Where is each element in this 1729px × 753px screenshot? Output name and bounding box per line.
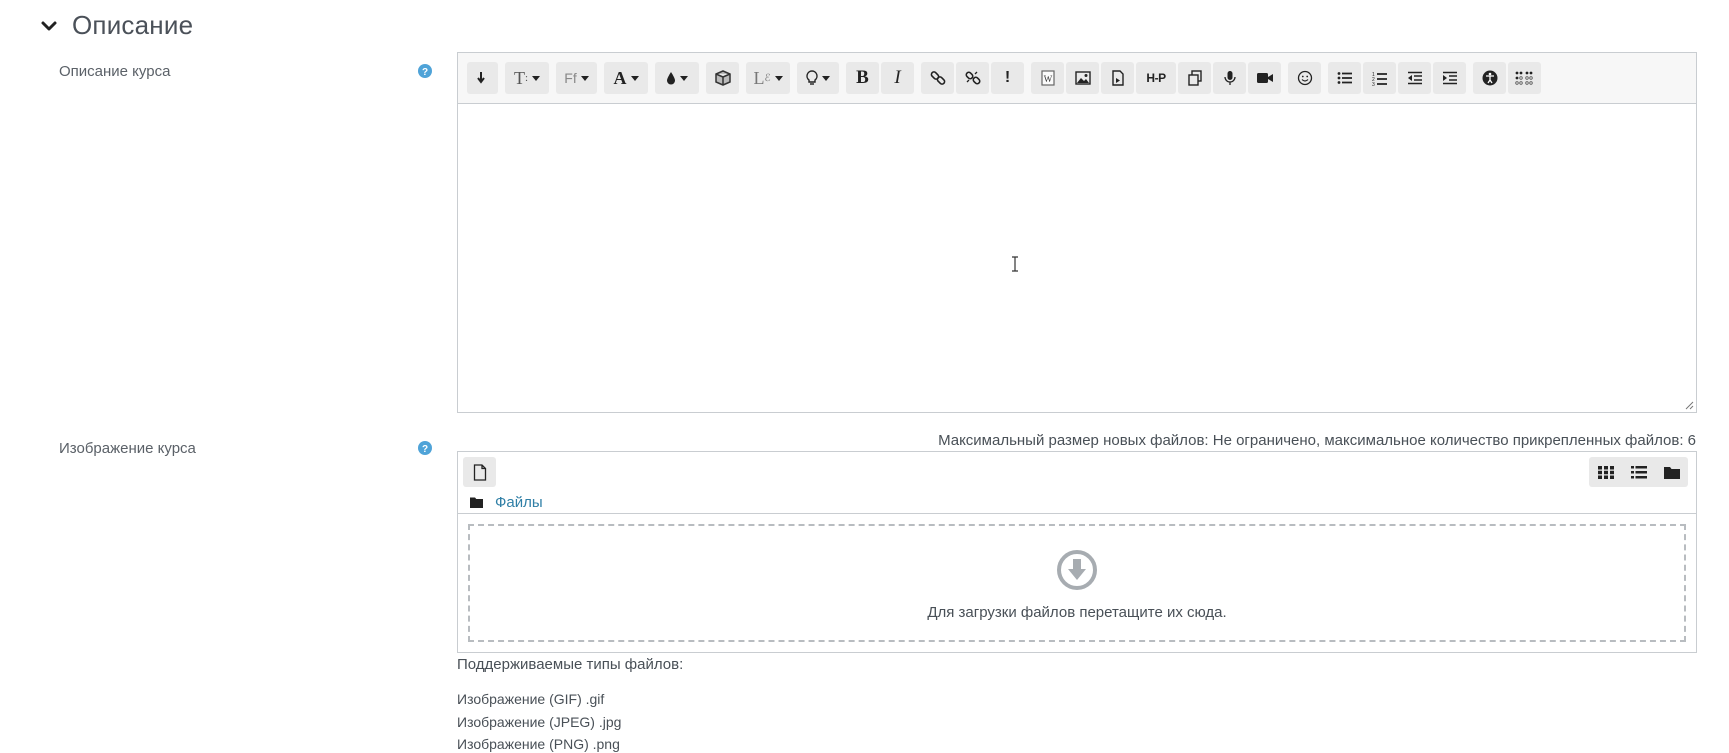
- text-cursor-icon: [1012, 256, 1018, 272]
- svg-text:3: 3: [1372, 82, 1375, 86]
- files-folder-link[interactable]: Файлы: [495, 494, 543, 511]
- editor-toolbar: T: Ff A Lℰ B I ! W H-P 1 2 3: [458, 53, 1696, 104]
- cube-icon[interactable]: [706, 62, 739, 94]
- supported-types-list: Изображение (GIF) .gif Изображение (JPEG…: [457, 688, 621, 753]
- equation-icon[interactable]: Lℰ: [746, 62, 790, 94]
- rich-text-editor[interactable]: T: Ff A Lℰ B I ! W H-P 1 2 3: [457, 52, 1697, 413]
- list-item: Изображение (JPEG) .jpg: [457, 713, 622, 730]
- section-header[interactable]: Описание: [40, 10, 193, 41]
- bold-button[interactable]: B: [846, 62, 879, 94]
- bullet-list-icon[interactable]: [1328, 62, 1361, 94]
- help-icon[interactable]: ?: [418, 64, 432, 78]
- list-item: Изображение (PNG) .png: [457, 736, 620, 752]
- unlink-icon[interactable]: [956, 62, 989, 94]
- font-color-label: A: [613, 67, 627, 88]
- media-icon[interactable]: [1101, 62, 1134, 94]
- editor-content-area[interactable]: [458, 104, 1696, 412]
- add-file-button[interactable]: [463, 457, 496, 487]
- section-title: Описание: [72, 10, 194, 40]
- outdent-icon[interactable]: [1398, 62, 1431, 94]
- background-color-icon[interactable]: [655, 62, 699, 94]
- numbered-list-icon[interactable]: 123: [1363, 62, 1396, 94]
- accessibility-icon[interactable]: [1473, 62, 1506, 94]
- course-description-label: Описание курса: [59, 63, 171, 80]
- lightbulb-icon[interactable]: [797, 62, 839, 94]
- indent-icon[interactable]: [1433, 62, 1466, 94]
- italic-button[interactable]: I: [881, 62, 914, 94]
- view-switcher: [1589, 457, 1688, 487]
- resize-handle-icon[interactable]: [1684, 400, 1694, 410]
- text-style-icon[interactable]: T:: [505, 62, 549, 94]
- dropzone-text: Для загрузки файлов перетащите их сюда.: [927, 604, 1227, 621]
- list-item: Изображение (GIF) .gif: [457, 691, 605, 707]
- supported-types-title: Поддерживаемые типы файлов:: [457, 656, 684, 673]
- exclamation-icon[interactable]: !: [991, 62, 1024, 94]
- breadcrumb: Файлы: [470, 494, 543, 511]
- link-icon[interactable]: [921, 62, 954, 94]
- file-limits-text: Максимальный размер новых файлов: Не огр…: [938, 432, 1696, 449]
- font-color-icon[interactable]: A: [604, 62, 648, 94]
- folder-icon: [470, 497, 483, 508]
- svg-text:?: ?: [422, 444, 428, 455]
- file-dropzone[interactable]: Для загрузки файлов перетащите их сюда.: [468, 524, 1686, 642]
- course-image-label: Изображение курса: [59, 440, 196, 457]
- font-label: Ff: [564, 70, 577, 86]
- file-icon: [473, 463, 486, 481]
- file-manager: Файлы Для загрузки файлов перетащите их …: [457, 451, 1697, 653]
- folder-view-icon[interactable]: [1655, 457, 1688, 487]
- h5p-icon[interactable]: H-P: [1136, 62, 1176, 94]
- file-manager-toolbar: Файлы: [458, 452, 1696, 514]
- emoji-icon[interactable]: [1288, 62, 1321, 94]
- word-import-icon[interactable]: W: [1031, 62, 1064, 94]
- braille-icon[interactable]: [1508, 62, 1541, 94]
- svg-text:W: W: [1043, 74, 1052, 84]
- insert-icon[interactable]: [467, 62, 498, 94]
- download-arrow-icon: [1057, 550, 1097, 590]
- image-icon[interactable]: [1066, 62, 1099, 94]
- font-icon[interactable]: Ff: [556, 62, 597, 94]
- list-view-icon[interactable]: [1622, 457, 1655, 487]
- video-icon[interactable]: [1248, 62, 1281, 94]
- grid-view-icon[interactable]: [1589, 457, 1622, 487]
- chevron-down-icon[interactable]: [40, 17, 58, 35]
- microphone-icon[interactable]: [1213, 62, 1246, 94]
- help-icon[interactable]: ?: [418, 441, 432, 455]
- svg-text:?: ?: [422, 67, 428, 78]
- copy-icon[interactable]: [1178, 62, 1211, 94]
